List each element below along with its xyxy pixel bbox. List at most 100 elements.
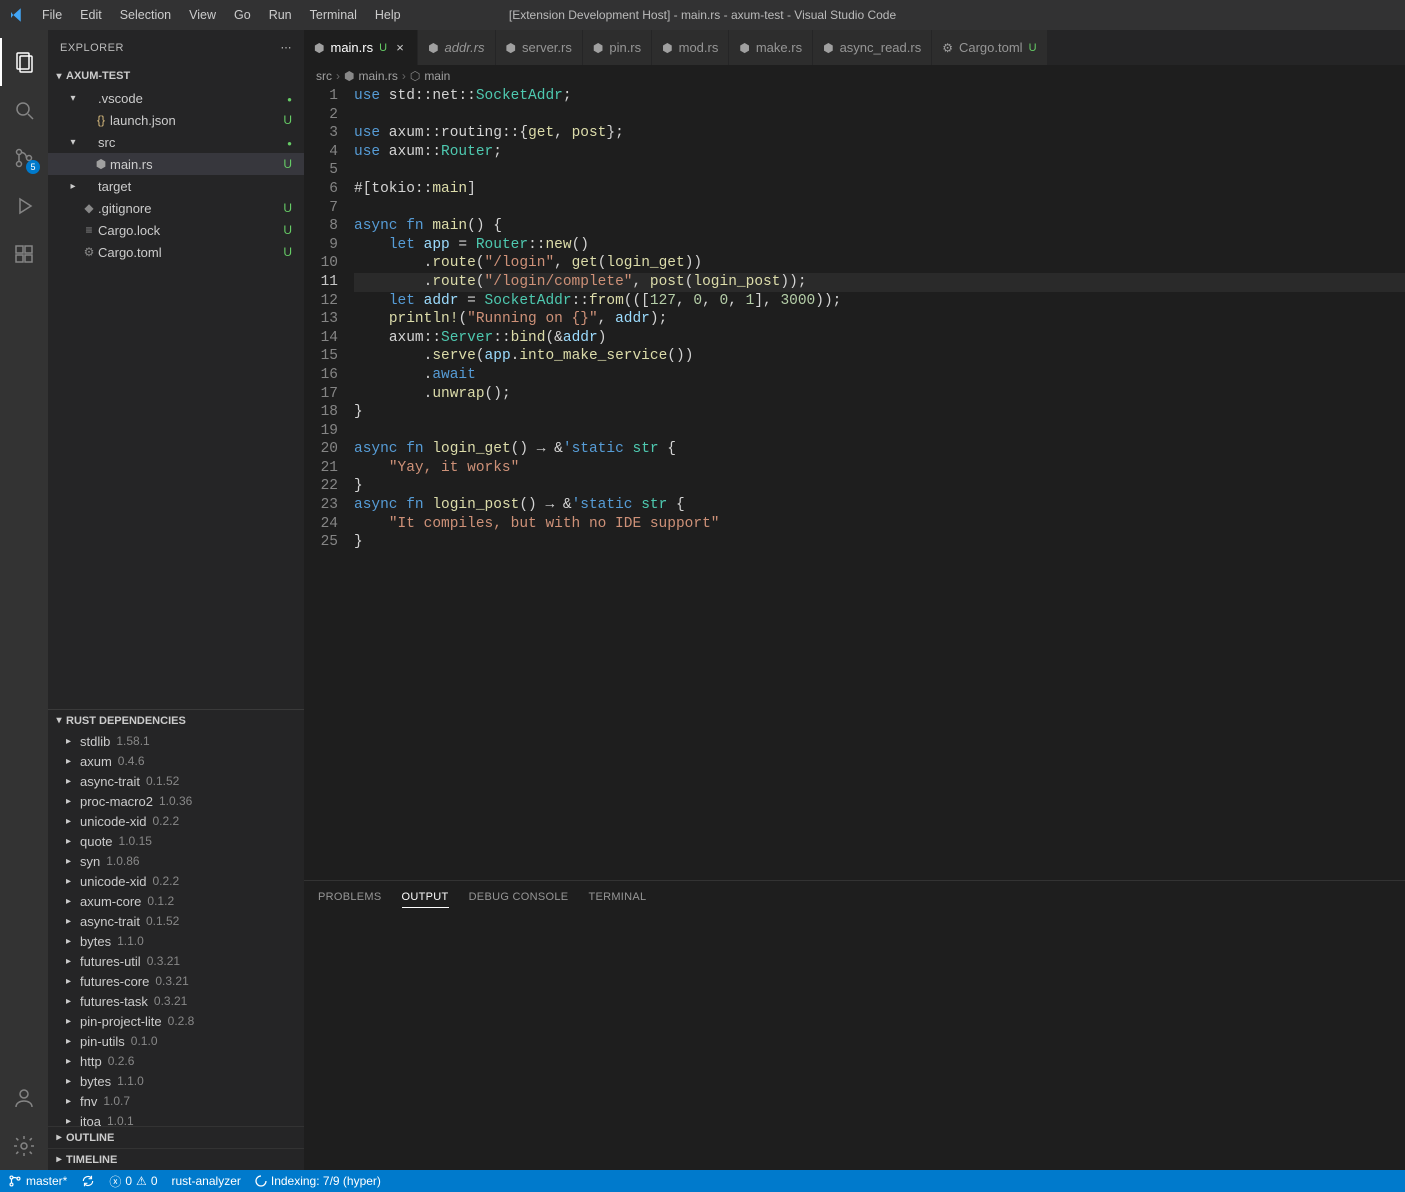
code-line-11[interactable]: .route("/login/complete", post(login_pos… (354, 273, 1405, 292)
code[interactable]: use std::net::SocketAddr;use axum::routi… (354, 87, 1405, 880)
dep-stdlib[interactable]: ▸stdlib1.58.1 (48, 731, 304, 751)
dep-unicode-xid[interactable]: ▸unicode-xid0.2.2 (48, 871, 304, 891)
scm-icon[interactable]: 5 (0, 134, 48, 182)
crumb-main.rs[interactable]: ⬢main.rs (344, 69, 398, 83)
project-section[interactable]: ▾AXUM-TEST (48, 65, 304, 87)
dep-itoa[interactable]: ▸itoa1.0.1 (48, 1111, 304, 1126)
file-tree: ▾.vscode{}launch.jsonU▾src⬢main.rsU▸targ… (48, 87, 304, 263)
menu-file[interactable]: File (34, 4, 70, 26)
tab-mod.rs[interactable]: ⬢mod.rs (652, 30, 729, 65)
code-line-3[interactable]: use axum::routing::{get, post}; (354, 124, 1405, 143)
code-line-18[interactable]: } (354, 403, 1405, 422)
code-line-10[interactable]: .route("/login", get(login_get)) (354, 254, 1405, 273)
dep-futures-util[interactable]: ▸futures-util0.3.21 (48, 951, 304, 971)
code-line-7[interactable] (354, 199, 1405, 218)
menu-help[interactable]: Help (367, 4, 409, 26)
crumb-main[interactable]: ⬡main (410, 69, 451, 83)
tab-Cargo.toml[interactable]: ⚙Cargo.tomlU (932, 30, 1047, 65)
tab-server.rs[interactable]: ⬢server.rs (496, 30, 583, 65)
code-line-2[interactable] (354, 106, 1405, 125)
code-line-5[interactable] (354, 161, 1405, 180)
extensions-icon[interactable] (0, 230, 48, 278)
code-line-19[interactable] (354, 422, 1405, 441)
code-line-23[interactable]: async fn login_post() → &'static str { (354, 496, 1405, 515)
dep-futures-core[interactable]: ▸futures-core0.3.21 (48, 971, 304, 991)
breadcrumb[interactable]: src›⬢main.rs›⬡main (304, 65, 1405, 87)
search-icon[interactable] (0, 86, 48, 134)
explorer-icon[interactable] (0, 38, 48, 86)
tab-make.rs[interactable]: ⬢make.rs (729, 30, 813, 65)
menu-terminal[interactable]: Terminal (302, 4, 365, 26)
panel-tab-output[interactable]: OUTPUT (402, 887, 449, 908)
more-icon[interactable]: ⋯ (281, 41, 293, 54)
debug-icon[interactable] (0, 182, 48, 230)
dep-axum[interactable]: ▸axum0.4.6 (48, 751, 304, 771)
code-line-21[interactable]: "Yay, it works" (354, 459, 1405, 478)
code-line-14[interactable]: axum::Server::bind(&addr) (354, 329, 1405, 348)
menu-view[interactable]: View (181, 4, 224, 26)
dep-syn[interactable]: ▸syn1.0.86 (48, 851, 304, 871)
timeline-section[interactable]: ▸TIMELINE (48, 1148, 304, 1170)
code-line-16[interactable]: .await (354, 366, 1405, 385)
panel-tab-terminal[interactable]: TERMINAL (588, 887, 646, 907)
tab-main.rs[interactable]: ⬢main.rsU× (304, 30, 418, 65)
code-line-4[interactable]: use axum::Router; (354, 143, 1405, 162)
dep-pin-utils[interactable]: ▸pin-utils0.1.0 (48, 1031, 304, 1051)
code-line-17[interactable]: .unwrap(); (354, 385, 1405, 404)
dep-fnv[interactable]: ▸fnv1.0.7 (48, 1091, 304, 1111)
menu-selection[interactable]: Selection (112, 4, 179, 26)
crumb-src[interactable]: src (316, 69, 332, 83)
gutter: 1234567891011121314151617181920212223242… (304, 87, 354, 880)
dep-proc-macro2[interactable]: ▸proc-macro21.0.36 (48, 791, 304, 811)
dep-http[interactable]: ▸http0.2.6 (48, 1051, 304, 1071)
lang-status[interactable]: rust-analyzer (172, 1174, 241, 1188)
branch-status[interactable]: master* (8, 1174, 67, 1188)
tab-async_read.rs[interactable]: ⬢async_read.rs (813, 30, 932, 65)
code-line-8[interactable]: async fn main() { (354, 217, 1405, 236)
dep-futures-task[interactable]: ▸futures-task0.3.21 (48, 991, 304, 1011)
code-line-22[interactable]: } (354, 477, 1405, 496)
file-.vscode[interactable]: ▾.vscode (48, 87, 304, 109)
file-main.rs[interactable]: ⬢main.rsU (48, 153, 304, 175)
file-launch.json[interactable]: {}launch.jsonU (48, 109, 304, 131)
file-src[interactable]: ▾src (48, 131, 304, 153)
account-icon[interactable] (0, 1074, 48, 1122)
dep-unicode-xid[interactable]: ▸unicode-xid0.2.2 (48, 811, 304, 831)
problems-status[interactable]: ⓧ0 ⚠0 (109, 1173, 157, 1190)
code-line-13[interactable]: println!("Running on {}", addr); (354, 310, 1405, 329)
dep-quote[interactable]: ▸quote1.0.15 (48, 831, 304, 851)
outline-section[interactable]: ▸OUTLINE (48, 1126, 304, 1148)
menu-edit[interactable]: Edit (72, 4, 110, 26)
sync-status[interactable] (81, 1174, 95, 1188)
dep-async-trait[interactable]: ▸async-trait0.1.52 (48, 911, 304, 931)
dep-bytes[interactable]: ▸bytes1.1.0 (48, 1071, 304, 1091)
editor[interactable]: 1234567891011121314151617181920212223242… (304, 87, 1405, 880)
code-line-15[interactable]: .serve(app.into_make_service()) (354, 347, 1405, 366)
dep-async-trait[interactable]: ▸async-trait0.1.52 (48, 771, 304, 791)
code-line-24[interactable]: "It compiles, but with no IDE support" (354, 515, 1405, 534)
tab-addr.rs[interactable]: ⬢addr.rs (418, 30, 495, 65)
menu-run[interactable]: Run (261, 4, 300, 26)
editor-area: ⬢main.rsU×⬢addr.rs⬢server.rs⬢pin.rs⬢mod.… (304, 30, 1405, 1170)
close-icon[interactable]: × (393, 40, 407, 55)
code-line-1[interactable]: use std::net::SocketAddr; (354, 87, 1405, 106)
dep-bytes[interactable]: ▸bytes1.1.0 (48, 931, 304, 951)
menu-go[interactable]: Go (226, 4, 259, 26)
tab-pin.rs[interactable]: ⬢pin.rs (583, 30, 652, 65)
panel-tab-problems[interactable]: PROBLEMS (318, 887, 382, 907)
settings-icon[interactable] (0, 1122, 48, 1170)
code-line-20[interactable]: async fn login_get() → &'static str { (354, 440, 1405, 459)
dep-axum-core[interactable]: ▸axum-core0.1.2 (48, 891, 304, 911)
file-.gitignore[interactable]: ◆.gitignoreU (48, 197, 304, 219)
code-line-25[interactable]: } (354, 533, 1405, 552)
code-line-12[interactable]: let addr = SocketAddr::from(([127, 0, 0,… (354, 292, 1405, 311)
file-target[interactable]: ▸target (48, 175, 304, 197)
file-Cargo.toml[interactable]: ⚙Cargo.tomlU (48, 241, 304, 263)
deps-section-header[interactable]: ▾RUST DEPENDENCIES (48, 709, 304, 731)
code-line-9[interactable]: let app = Router::new() (354, 236, 1405, 255)
file-Cargo.lock[interactable]: ≡Cargo.lockU (48, 219, 304, 241)
dep-pin-project-lite[interactable]: ▸pin-project-lite0.2.8 (48, 1011, 304, 1031)
code-line-6[interactable]: #[tokio::main] (354, 180, 1405, 199)
indexing-status[interactable]: Indexing: 7/9 (hyper) (255, 1174, 381, 1188)
panel-tab-debug-console[interactable]: DEBUG CONSOLE (469, 887, 569, 907)
